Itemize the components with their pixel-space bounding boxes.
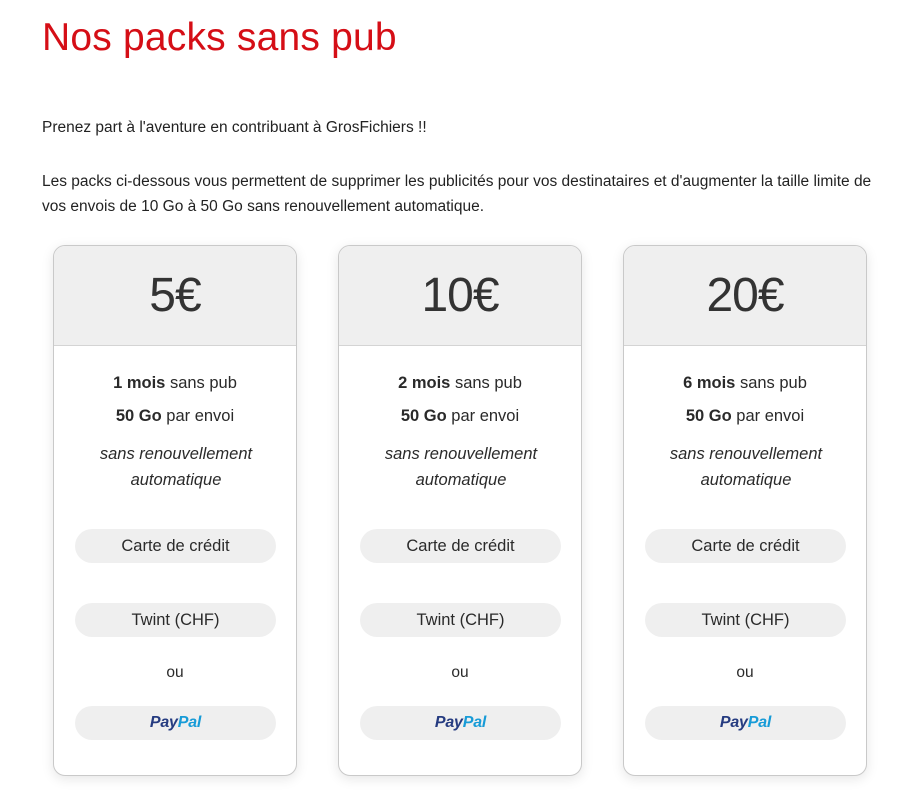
pack-size-label: par envoi [446, 407, 520, 425]
paypal-logo-pal: Pal [747, 714, 772, 731]
pack-duration-label: sans pub [165, 374, 237, 392]
pack-price: 5€ [149, 269, 201, 322]
paypal-logo: PayPal [434, 714, 487, 732]
paypal-button[interactable]: PayPal [645, 706, 846, 740]
pack-size-value: 50 Go [115, 407, 162, 425]
pack-duration-label: sans pub [735, 374, 807, 392]
pack-size-label: par envoi [161, 407, 235, 425]
pack-duration: 1 mois sans pub [54, 374, 296, 393]
pack-duration-value: 1 mois [113, 374, 166, 392]
pack-price: 10€ [421, 269, 499, 322]
paypal-logo-pay: Pay [719, 714, 748, 731]
or-separator: ou [736, 664, 754, 681]
pack-header: 5€ [54, 246, 296, 346]
description-text: Les packs ci-dessous vous permettent de … [42, 173, 872, 215]
pack-duration-value: 2 mois [398, 374, 451, 392]
paypal-button[interactable]: PayPal [360, 706, 561, 740]
pack-duration: 6 mois sans pub [624, 374, 866, 393]
credit-card-button[interactable]: Carte de crédit [645, 529, 846, 563]
or-separator: ou [451, 664, 469, 681]
pack-card-2: 10€ 2 mois sans pub 50 Go par envoi sans… [338, 245, 582, 776]
paypal-logo: PayPal [149, 714, 202, 732]
intro-text: Prenez part à l'aventure en contribuant … [42, 119, 427, 136]
pack-size: 50 Go par envoi [624, 407, 866, 426]
pack-duration-value: 6 mois [683, 374, 736, 392]
pack-price: 20€ [706, 269, 784, 322]
paypal-logo-pal: Pal [462, 714, 487, 731]
pack-renewal-note: sans renouvellement automatique [669, 445, 823, 489]
pack-renewal-note: sans renouvellement automatique [99, 445, 253, 489]
pack-duration-label: sans pub [450, 374, 522, 392]
credit-card-button[interactable]: Carte de crédit [360, 529, 561, 563]
paypal-logo-pal: Pal [177, 714, 202, 731]
twint-button[interactable]: Twint (CHF) [360, 603, 561, 637]
pack-size: 50 Go par envoi [339, 407, 581, 426]
pack-header: 10€ [339, 246, 581, 346]
twint-button[interactable]: Twint (CHF) [645, 603, 846, 637]
pack-card-3: 20€ 6 mois sans pub 50 Go par envoi sans… [623, 245, 867, 776]
pack-size-value: 50 Go [400, 407, 447, 425]
or-separator: ou [166, 664, 184, 681]
pack-size: 50 Go par envoi [54, 407, 296, 426]
paypal-logo-pay: Pay [149, 714, 178, 731]
paypal-button[interactable]: PayPal [75, 706, 276, 740]
pack-renewal-note: sans renouvellement automatique [384, 445, 538, 489]
pack-size-label: par envoi [731, 407, 805, 425]
page-title: Nos packs sans pub [42, 16, 397, 59]
pack-card-1: 5€ 1 mois sans pub 50 Go par envoi sans … [53, 245, 297, 776]
twint-button[interactable]: Twint (CHF) [75, 603, 276, 637]
paypal-logo-pay: Pay [434, 714, 463, 731]
pack-duration: 2 mois sans pub [339, 374, 581, 393]
paypal-logo: PayPal [719, 714, 772, 732]
pack-size-value: 50 Go [685, 407, 732, 425]
credit-card-button[interactable]: Carte de crédit [75, 529, 276, 563]
pack-header: 20€ [624, 246, 866, 346]
